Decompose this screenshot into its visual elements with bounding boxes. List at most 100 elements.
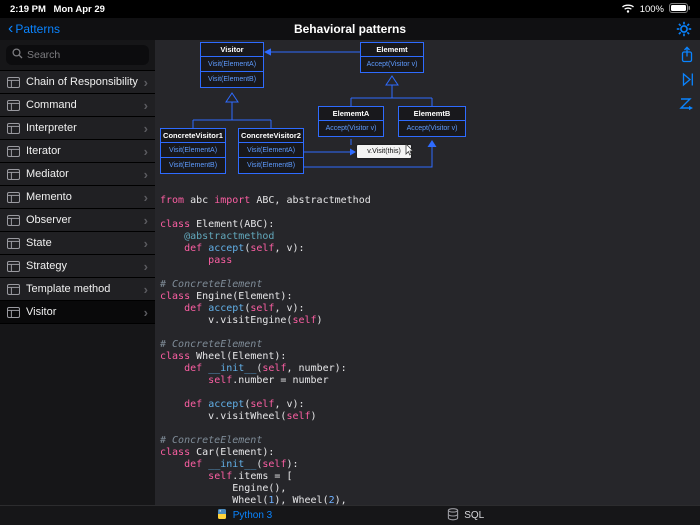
sidebar-item-memento[interactable]: Memento › bbox=[0, 186, 155, 209]
code-area[interactable]: from abc import ABC, abstractmethod clas… bbox=[155, 192, 700, 505]
uml-box-methods: Visit(ElementA) Visit(ElementB) bbox=[201, 57, 263, 87]
uml-method: Visit(ElementB) bbox=[168, 162, 218, 169]
uml-box-visitor: Visitor Visit(ElementA) Visit(ElementB) bbox=[200, 42, 264, 88]
flip-button[interactable] bbox=[681, 72, 694, 87]
uml-method: Visit(ElementA) bbox=[161, 143, 225, 158]
code-line: def accept(self, v): bbox=[184, 303, 305, 314]
code-line: from abc import ABC, abstractmethod bbox=[160, 195, 371, 206]
pattern-icon bbox=[7, 283, 20, 295]
pattern-icon bbox=[7, 306, 20, 318]
sidebar-item-label: Observer bbox=[26, 214, 72, 226]
chevron-right-icon: › bbox=[143, 212, 148, 228]
uml-box-concretevisitor1: ConcreteVisitor1 Visit(ElementA) Visit(El… bbox=[160, 128, 226, 174]
search-input[interactable] bbox=[27, 49, 143, 61]
sidebar-item-label: Iterator bbox=[26, 145, 61, 157]
side-toolbar bbox=[679, 46, 695, 111]
python-icon bbox=[216, 508, 228, 523]
uml-box-methods: Accept(Visitor v) bbox=[319, 121, 383, 136]
sidebar-item-chain-of-responsibility[interactable]: Chain of Responsibility › bbox=[0, 71, 155, 94]
sidebar-item-label: Mediator bbox=[26, 168, 69, 180]
search-box bbox=[6, 45, 149, 65]
page-title: Behavioral patterns bbox=[293, 22, 407, 36]
uml-tooltip-label: v.Visit(this) bbox=[367, 148, 401, 155]
database-icon bbox=[447, 507, 459, 524]
uml-box-methods: Accept(Visitor v) bbox=[399, 121, 465, 136]
z-order-button[interactable] bbox=[679, 96, 695, 111]
sidebar-item-template-method[interactable]: Template method › bbox=[0, 278, 155, 301]
chevron-right-icon: › bbox=[143, 258, 148, 274]
code-line: self.items = [ bbox=[208, 471, 293, 482]
back-button[interactable]: ‹ Patterns bbox=[8, 18, 60, 40]
sidebar-item-label: Interpreter bbox=[26, 122, 77, 134]
code-line: def accept(self, v): bbox=[184, 243, 305, 254]
uml-box-title: ElememtB bbox=[399, 107, 465, 121]
uml-box-title: ConcreteVisitor2 bbox=[239, 129, 303, 143]
share-icon bbox=[681, 46, 693, 63]
cursor-icon bbox=[405, 143, 414, 161]
share-button[interactable] bbox=[680, 46, 694, 63]
gear-icon bbox=[676, 21, 692, 37]
code-line: # ConcreteElement bbox=[160, 339, 263, 350]
code-line: @abstractmethod bbox=[160, 231, 275, 242]
chevron-right-icon: › bbox=[143, 97, 148, 113]
code-line: self.number = number bbox=[208, 375, 329, 386]
status-bar: 2:19 PM Mon Apr 29 100% bbox=[0, 0, 700, 18]
uml-box-elememtb: ElememtB Accept(Visitor v) bbox=[398, 106, 466, 137]
sidebar-item-command[interactable]: Command › bbox=[0, 94, 155, 117]
chevron-right-icon: › bbox=[143, 74, 148, 90]
sidebar-item-observer[interactable]: Observer › bbox=[0, 209, 155, 232]
code-line: def accept(self, v): bbox=[184, 399, 305, 410]
uml-box-methods: Accept(Visitor v) bbox=[361, 57, 423, 72]
pattern-icon bbox=[7, 122, 20, 134]
sidebar-item-label: Template method bbox=[26, 283, 111, 295]
uml-box-elememt: Elememt Accept(Visitor v) bbox=[360, 42, 424, 73]
chevron-right-icon: › bbox=[143, 281, 148, 297]
uml-method: Visit(ElementB) bbox=[246, 162, 296, 169]
chevron-right-icon: › bbox=[143, 166, 148, 182]
main-content: v.Visit(this) Visitor Visit(ElementA) Vis… bbox=[155, 40, 700, 505]
uml-box-title: Elememt bbox=[361, 43, 423, 57]
sidebar-item-iterator[interactable]: Iterator › bbox=[0, 140, 155, 163]
uml-method: Accept(Visitor v) bbox=[406, 125, 458, 132]
pattern-icon bbox=[7, 145, 20, 157]
tab-python3[interactable]: Python 3 bbox=[216, 508, 272, 523]
code-line: pass bbox=[208, 255, 233, 266]
chevron-left-icon: ‹ bbox=[8, 20, 14, 37]
wifi-icon bbox=[621, 3, 635, 16]
search-icon bbox=[12, 46, 23, 64]
pattern-icon bbox=[7, 99, 20, 111]
uml-box-methods: Visit(ElementA) Visit(ElementB) bbox=[161, 143, 225, 173]
sidebar-item-label: Strategy bbox=[26, 260, 67, 272]
sidebar-item-label: Chain of Responsibility bbox=[26, 76, 138, 88]
uml-tooltip: v.Visit(this) bbox=[357, 143, 414, 161]
uml-method: Accept(Visitor v) bbox=[325, 125, 377, 132]
sidebar-item-visitor[interactable]: Visitor › bbox=[0, 301, 155, 324]
sidebar-item-interpreter[interactable]: Interpreter › bbox=[0, 117, 155, 140]
pattern-icon bbox=[7, 214, 20, 226]
tab-python3-label: Python 3 bbox=[232, 510, 273, 521]
uml-box-title: ConcreteVisitor1 bbox=[161, 129, 225, 143]
code-line: class Car(Element): bbox=[160, 447, 275, 458]
sidebar-item-mediator[interactable]: Mediator › bbox=[0, 163, 155, 186]
battery-icon bbox=[669, 2, 690, 16]
code-line: # ConcreteElement bbox=[160, 279, 263, 290]
bottom-tab-bar: Python 3 SQL bbox=[0, 505, 700, 525]
pattern-icon bbox=[7, 76, 20, 88]
sidebar-item-strategy[interactable]: Strategy › bbox=[0, 255, 155, 278]
pattern-icon bbox=[7, 191, 20, 203]
settings-button[interactable] bbox=[676, 21, 692, 37]
chevron-right-icon: › bbox=[143, 120, 148, 136]
sidebar-item-label: Command bbox=[26, 99, 77, 111]
status-time: 2:19 PM bbox=[10, 3, 46, 15]
battery-percent: 100% bbox=[639, 3, 664, 15]
status-date: Mon Apr 29 bbox=[53, 3, 105, 15]
sidebar-item-state[interactable]: State › bbox=[0, 232, 155, 255]
tab-sql[interactable]: SQL bbox=[447, 507, 484, 524]
code-line: class Element(ABC): bbox=[160, 219, 275, 230]
sidebar-item-label: Visitor bbox=[26, 306, 57, 318]
uml-method: Accept(Visitor v) bbox=[366, 61, 418, 68]
code-line: class Wheel(Element): bbox=[160, 351, 287, 362]
uml-method: Visit(ElementA) bbox=[201, 57, 263, 72]
